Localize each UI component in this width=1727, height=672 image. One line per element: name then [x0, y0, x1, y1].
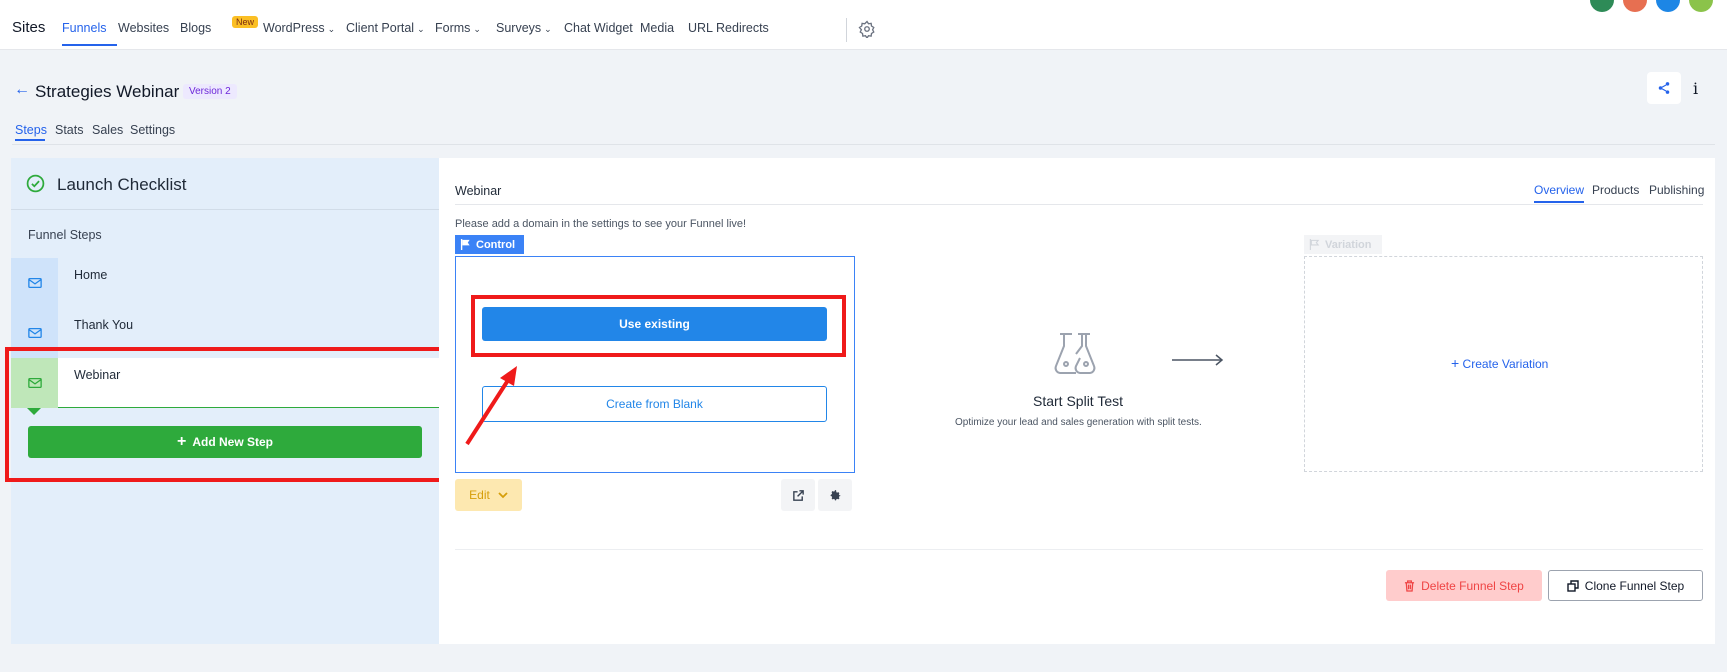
version-badge: Version 2	[183, 84, 237, 99]
edit-label: Edit	[469, 488, 490, 502]
tab-publishing[interactable]: Publishing	[1649, 183, 1704, 197]
variation-tag: Variation	[1304, 235, 1382, 254]
info-icon[interactable]: i	[1693, 79, 1698, 98]
control-tag: Control	[455, 235, 524, 254]
step-label: Home	[74, 268, 108, 282]
gear-icon[interactable]	[858, 20, 876, 40]
tab-overview[interactable]: Overview	[1534, 183, 1584, 197]
mail-icon	[27, 327, 42, 339]
flag-icon	[460, 239, 470, 250]
flag-icon	[1309, 239, 1320, 250]
step-label: Thank You	[74, 318, 134, 332]
nav-item-wordpress[interactable]: WordPress ⌄	[263, 21, 335, 35]
active-tab-underline	[1534, 201, 1584, 203]
nav-item-forms[interactable]: Forms ⌄	[435, 21, 481, 35]
annotation-highlight-box	[471, 295, 846, 357]
clone-label: Clone Funnel Step	[1584, 578, 1685, 593]
active-tab-underline	[15, 139, 45, 141]
app-title: Sites	[12, 19, 46, 36]
mail-icon	[27, 277, 42, 289]
arrow-left-icon[interactable]: ←	[14, 81, 30, 99]
share-button[interactable]	[1647, 72, 1681, 104]
trash-icon	[1405, 579, 1415, 592]
launch-checklist-title: Launch Checklist	[57, 175, 187, 194]
split-test-description: Optimize your lead and sales generation …	[955, 417, 1202, 428]
check-circle-icon	[26, 174, 45, 193]
nav-item-label: WordPress	[263, 21, 325, 35]
chevron-down-icon: ⌄	[417, 24, 425, 34]
new-badge: New	[232, 16, 259, 28]
step-icon-box	[11, 258, 58, 308]
tab-sales[interactable]: Sales	[92, 123, 123, 137]
step-title: Webinar	[455, 184, 502, 198]
copy-icon	[1567, 579, 1579, 592]
tabs-divider	[12, 144, 1715, 145]
tab-stats[interactable]: Stats	[55, 123, 84, 137]
step-settings-button[interactable]	[818, 479, 852, 511]
nav-item-blogs[interactable]: Blogs	[180, 21, 211, 35]
nav-item-client-portal[interactable]: Client Portal ⌄	[346, 21, 425, 35]
funnel-step-home[interactable]	[11, 258, 439, 308]
flask-icon	[1054, 333, 1096, 374]
delete-funnel-step-button[interactable]: Delete Funnel Step	[1386, 570, 1542, 601]
nav-item-label: Forms	[435, 21, 471, 35]
nav-item-funnels[interactable]: Funnels	[62, 21, 106, 35]
split-test-title: Start Split Test	[1033, 393, 1124, 409]
open-preview-button[interactable]	[781, 479, 815, 511]
nav-item-label: Surveys	[496, 21, 542, 35]
tabs-divider	[455, 204, 1703, 205]
clone-funnel-step-button[interactable]: Clone Funnel Step	[1548, 570, 1703, 601]
active-nav-underline	[62, 44, 117, 46]
create-variation-button[interactable]: + Create Variation	[1451, 355, 1548, 371]
chevron-down-icon	[498, 491, 508, 498]
delete-label: Delete Funnel Step	[1421, 578, 1524, 593]
divider	[455, 549, 1703, 550]
nav-divider	[846, 18, 847, 42]
annotation-highlight-box	[5, 347, 452, 482]
chevron-down-icon: ⌄	[473, 24, 481, 34]
funnel-steps-label: Funnel Steps	[28, 228, 102, 242]
arrow-right-icon	[1172, 354, 1224, 366]
nav-item-label: Client Portal	[346, 21, 415, 35]
tab-products[interactable]: Products	[1592, 183, 1639, 197]
tab-settings[interactable]: Settings	[130, 123, 175, 137]
create-from-blank-button[interactable]: Create from Blank	[482, 386, 827, 422]
edit-dropdown-button[interactable]: Edit	[455, 479, 522, 511]
plus-icon: +	[1451, 355, 1460, 371]
annotation-arrow	[465, 366, 517, 446]
page-title: Strategies Webinar	[35, 82, 180, 101]
gear-icon	[830, 489, 840, 500]
chevron-down-icon: ⌄	[544, 24, 552, 34]
nav-item-websites[interactable]: Websites	[118, 21, 169, 35]
domain-notice: Please add a domain in the settings to s…	[455, 218, 747, 230]
nav-item-surveys[interactable]: Surveys ⌄	[496, 21, 552, 35]
variation-label: Variation	[1325, 238, 1372, 251]
nav-item-media[interactable]: Media	[640, 21, 674, 35]
create-variation-label: Create Variation	[1462, 357, 1549, 371]
external-link-icon	[792, 489, 804, 501]
control-label: Control	[476, 238, 516, 251]
tab-steps[interactable]: Steps	[15, 123, 47, 137]
share-icon	[1658, 82, 1670, 94]
nav-item-url-redirects[interactable]: URL Redirects	[688, 21, 769, 35]
nav-item-chat-widget[interactable]: Chat Widget	[564, 21, 633, 35]
chevron-down-icon: ⌄	[327, 24, 336, 34]
